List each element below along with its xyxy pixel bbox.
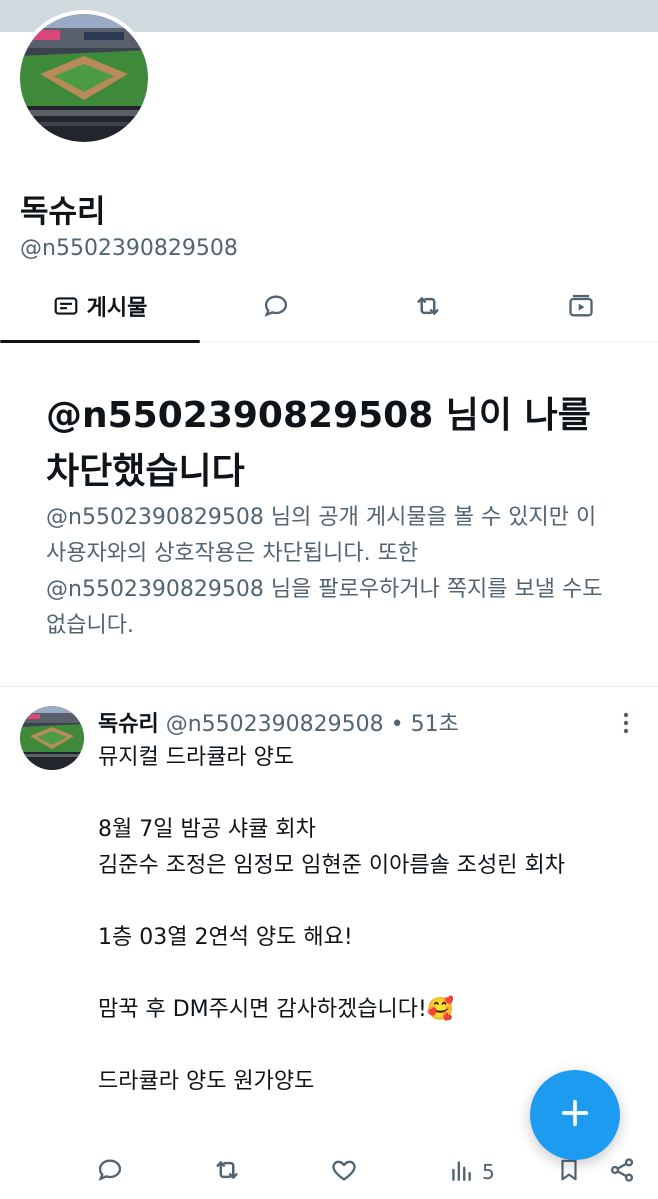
like-button[interactable] [330, 1150, 358, 1194]
blocked-notice-title: @n5502390829508 님이 나를 차단했습니다 [46, 395, 591, 492]
tab-reposts[interactable] [352, 270, 504, 342]
post-meta: @n5502390829508 • 51초 [165, 712, 459, 737]
plus-icon [558, 1096, 592, 1134]
post-author-name[interactable]: 독슈리 [98, 712, 159, 737]
tab-posts[interactable]: 게시물 [0, 270, 200, 343]
reply-icon [262, 292, 290, 320]
repost-icon [413, 291, 443, 321]
reply-icon [96, 1156, 124, 1188]
post-avatar[interactable] [20, 706, 84, 770]
baseball-stadium-photo [20, 706, 84, 770]
compose-button[interactable] [530, 1070, 620, 1160]
profile-page: 독슈리 @n5502390829508 게시물 @n5502390829508 … [0, 0, 658, 1199]
blocked-notice-body: @n5502390829508 님의 공개 게시물을 볼 수 있지만 이 사용자… [46, 505, 603, 638]
section-divider [0, 686, 658, 687]
views-count: 5 [482, 1160, 495, 1184]
profile-avatar[interactable] [16, 10, 152, 146]
bookmark-icon [556, 1156, 582, 1188]
profile-handle: @n5502390829508 [20, 236, 238, 261]
tab-videos[interactable] [504, 270, 658, 342]
repost-button[interactable] [212, 1150, 242, 1194]
profile-tabs: 게시물 [0, 270, 658, 343]
reply-button[interactable] [96, 1150, 124, 1194]
tab-posts-label: 게시물 [86, 296, 148, 321]
post-text: 뮤지컬 드라큘라 양도 8월 7일 밤공 샤큘 회차 김준수 조정은 임정모 임… [98, 745, 566, 1094]
baseball-stadium-photo [20, 14, 148, 142]
views-icon [448, 1157, 474, 1187]
like-icon [330, 1156, 358, 1188]
video-icon [567, 292, 595, 320]
share-icon [608, 1156, 636, 1188]
post-header: 독슈리 @n5502390829508 • 51초 [98, 706, 459, 738]
posts-icon [53, 293, 79, 319]
share-button[interactable] [608, 1150, 636, 1194]
more-options-icon[interactable] [616, 708, 636, 738]
repost-icon [212, 1155, 242, 1189]
views-button[interactable]: 5 [448, 1150, 495, 1194]
profile-display-name: 독슈리 [20, 194, 106, 230]
tab-replies[interactable] [200, 270, 352, 342]
active-tab-indicator [0, 340, 200, 343]
